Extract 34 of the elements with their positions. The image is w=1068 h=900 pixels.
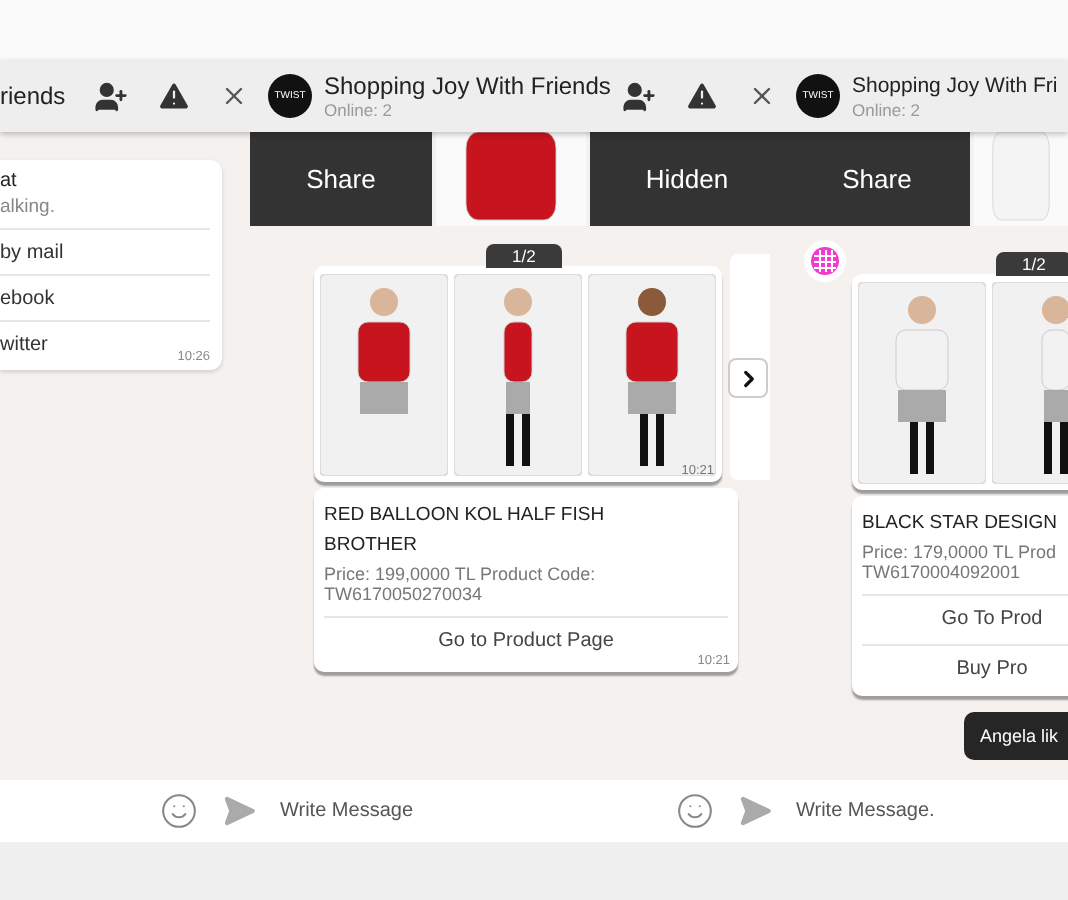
chat-title: Shopping Joy With Fri xyxy=(852,72,1058,100)
chat-title: Shopping Joy With Friends xyxy=(324,72,610,100)
product-details: TW6170050270034 xyxy=(324,584,485,604)
product-details: TW6170004092001 xyxy=(862,562,1023,582)
tooltip: Angela lik xyxy=(964,712,1068,760)
emoji-icon[interactable] xyxy=(160,792,198,830)
menu-subtitle: alking. xyxy=(0,194,57,220)
photo-counter: 1/2 xyxy=(486,244,562,268)
product-details: Price: 199,0000 TL Product Code: xyxy=(324,564,598,584)
photo-counter: 1/2 xyxy=(996,252,1068,276)
close-icon[interactable] xyxy=(220,82,248,110)
action-label[interactable]: Share xyxy=(842,164,912,194)
warning-icon[interactable] xyxy=(684,78,720,114)
share-option[interactable]: by mail xyxy=(0,228,210,274)
next-button[interactable] xyxy=(728,358,768,398)
product-name: BLACK STAR DESIGN xyxy=(862,510,1059,538)
chat-title: riends xyxy=(0,82,66,110)
message-input[interactable]: Write Message xyxy=(280,800,652,822)
emoji-icon[interactable] xyxy=(676,792,714,830)
message-input[interactable]: Write Message. xyxy=(796,800,1056,822)
add-person-icon[interactable] xyxy=(622,79,656,113)
action-label[interactable]: Hidden xyxy=(645,164,729,194)
warning-icon[interactable] xyxy=(156,78,192,114)
add-person-icon[interactable] xyxy=(94,79,128,113)
product-details: Price: 179,0000 TL Prod xyxy=(862,542,1059,562)
online-status: Online: 2 xyxy=(852,100,923,120)
product-link[interactable]: Buy Pro xyxy=(862,644,1068,694)
online-status: Online: 2 xyxy=(324,100,395,120)
menu-title: at xyxy=(0,168,19,194)
action-label[interactable]: Share xyxy=(306,164,376,194)
product-link[interactable]: Go To Prod xyxy=(862,594,1068,644)
product-name: RED BALLOON KOL HALF FISH BROTHER xyxy=(324,502,607,560)
close-icon[interactable] xyxy=(748,82,776,110)
share-option[interactable]: ebook xyxy=(0,274,210,320)
